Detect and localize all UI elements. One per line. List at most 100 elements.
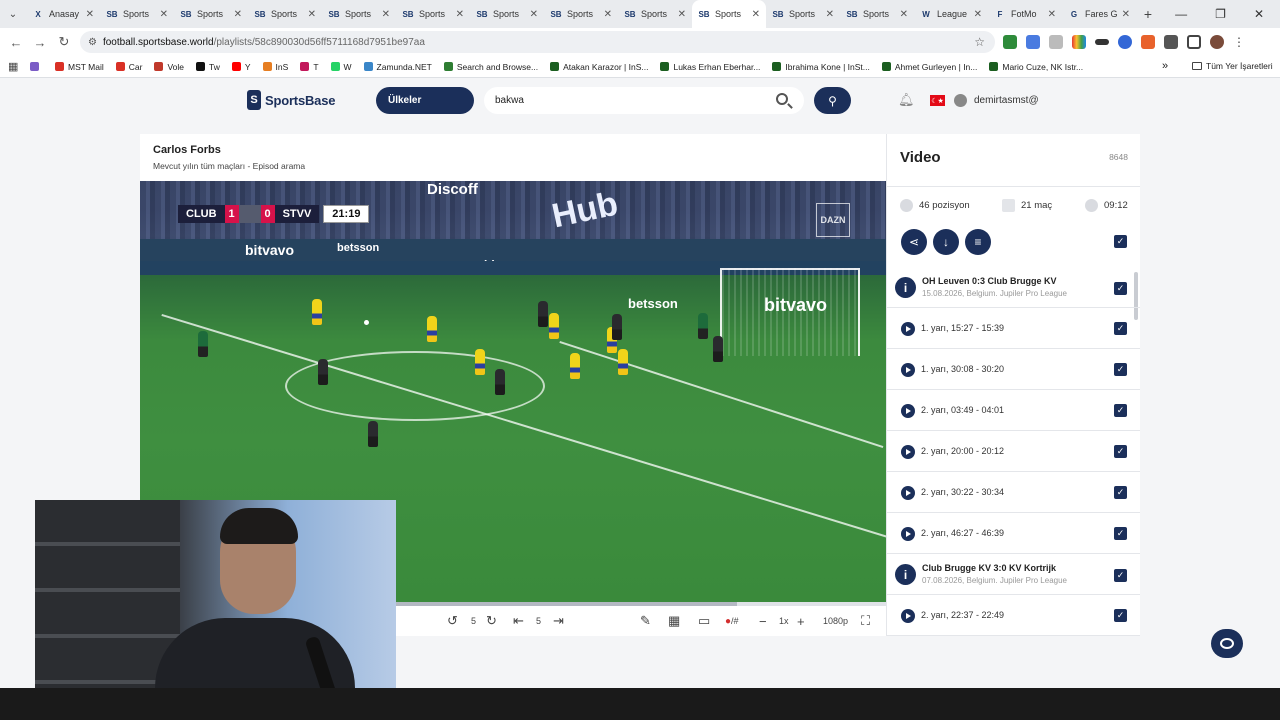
tab-close-icon[interactable]: ✕ (456, 9, 464, 20)
info-icon[interactable]: i (895, 564, 916, 585)
bookmark-item[interactable]: Lukas Erhan Eberhar... (660, 62, 760, 72)
match-header[interactable]: i Club Brugge KV 3:0 KV Kortrijk 07.08.202… (887, 555, 1140, 595)
notification-bell-icon[interactable]: 🔔︎ (898, 92, 915, 108)
extension-fox-icon[interactable] (1141, 35, 1155, 49)
tab-close-icon[interactable]: ✕ (900, 9, 908, 20)
extension-color-icon[interactable] (1072, 35, 1086, 49)
clip-row[interactable]: 2. yarı, 30:22 - 30:34 ✓ (887, 473, 1140, 513)
bookmark-item[interactable]: Ibrahima Kone | InSt... (772, 62, 870, 72)
tab-close-icon[interactable]: ✕ (1048, 9, 1056, 20)
rewind-icon[interactable]: ↺ (447, 607, 458, 635)
restore-icon[interactable]: ❐ (1215, 7, 1226, 21)
play-icon[interactable] (901, 527, 915, 541)
bookmark-item[interactable]: Search and Browse... (443, 62, 538, 72)
match-checkbox[interactable]: ✓ (1114, 282, 1127, 295)
search-icon[interactable] (776, 93, 788, 105)
quality-selector[interactable]: 1080p (823, 607, 848, 635)
address-bar[interactable]: ⚙ football.sportsbase.world/playlists/58… (80, 31, 995, 53)
bookmark-item[interactable]: Mario Cuze, NK Istr... (989, 62, 1083, 72)
search-input[interactable] (484, 87, 804, 114)
turkey-flag-icon[interactable]: ☾★ (930, 95, 945, 106)
browser-tab[interactable]: SB Sports ✕ (618, 0, 692, 28)
bookmark-star-icon[interactable]: ☆ (974, 35, 985, 49)
extension-gear-icon[interactable] (1049, 35, 1063, 49)
browser-tab[interactable]: SB Sports ✕ (470, 0, 544, 28)
user-avatar-icon[interactable] (954, 94, 967, 107)
tab-close-icon[interactable]: ✕ (86, 9, 94, 20)
site-info-icon[interactable]: ⚙ (88, 37, 97, 48)
back-icon[interactable]: ← (4, 35, 28, 50)
new-tab-button[interactable]: + (1136, 6, 1160, 22)
browser-tab[interactable]: SB Sports ✕ (396, 0, 470, 28)
clip-row[interactable]: 1. yarı, 15:27 - 15:39 ✓ (887, 309, 1140, 349)
speed-increase-icon[interactable]: + (797, 607, 805, 635)
reload-icon[interactable]: ↻ (52, 34, 76, 50)
tab-close-icon[interactable]: ✕ (530, 9, 538, 20)
clip-checkbox[interactable]: ✓ (1114, 609, 1127, 622)
bookmarks-overflow-icon[interactable]: » (1162, 60, 1168, 72)
countries-button[interactable]: Ülkeler (376, 87, 474, 114)
tab-close-icon[interactable]: ✕ (234, 9, 242, 20)
bookmark-item[interactable]: Car (115, 62, 142, 72)
select-all-checkbox[interactable]: ✓ (1114, 235, 1127, 248)
bookmark-item[interactable]: InS (262, 62, 288, 72)
browser-tab[interactable]: F FotMo ✕ (988, 0, 1062, 28)
bookmark-item[interactable] (30, 62, 43, 71)
next-clip-icon[interactable]: ⇥ (553, 607, 564, 635)
previous-clip-icon[interactable]: ⇤ (513, 607, 524, 635)
profile-avatar[interactable] (1210, 35, 1224, 49)
username[interactable]: demirtasmst@ (974, 95, 1039, 106)
all-bookmarks-folder[interactable]: Tüm Yer İşaretleri (1192, 61, 1273, 71)
clip-row[interactable]: 1. yarı, 30:08 - 30:20 ✓ (887, 350, 1140, 390)
chat-button[interactable] (1211, 629, 1243, 658)
playlist-button[interactable]: ≡ (965, 229, 991, 255)
browser-tab[interactable]: SB Sports ✕ (322, 0, 396, 28)
play-icon[interactable] (901, 486, 915, 500)
forward-icon[interactable]: ↻ (486, 607, 497, 635)
record-hash-icon[interactable]: ●/# (725, 607, 739, 635)
draw-pen-icon[interactable]: ✎ (640, 607, 651, 635)
playback-speed[interactable]: 1x (779, 607, 789, 635)
tab-close-icon[interactable]: ✕ (604, 9, 612, 20)
browser-menu-icon[interactable]: ⋮ (1233, 35, 1245, 49)
browser-tab[interactable]: SB Sports ✕ (100, 0, 174, 28)
browser-tab[interactable]: SB Sports ✕ (766, 0, 840, 28)
browser-tab[interactable]: X Anasay ✕ (26, 0, 100, 28)
reading-list-icon[interactable] (1187, 35, 1201, 49)
share-button[interactable]: ⋖ (901, 229, 927, 255)
user-search-button[interactable]: ⚲ (814, 87, 851, 114)
speed-decrease-icon[interactable]: − (759, 607, 767, 635)
browser-tab[interactable]: W League ✕ (914, 0, 988, 28)
close-window-icon[interactable]: ✕ (1254, 7, 1264, 21)
clip-checkbox[interactable]: ✓ (1114, 404, 1127, 417)
tab-close-icon[interactable]: ✕ (826, 9, 834, 20)
bookmark-item[interactable]: Zamunda.NET (363, 62, 432, 72)
minimize-icon[interactable]: — (1175, 7, 1187, 21)
bookmark-item[interactable]: T (300, 62, 319, 72)
bookmark-item[interactable]: MST Mail (55, 62, 104, 72)
folder-icon[interactable]: ▭ (698, 607, 710, 635)
play-icon[interactable] (901, 363, 915, 377)
apps-grid-icon[interactable]: ▦ (8, 60, 20, 73)
tab-close-icon[interactable]: ✕ (678, 9, 686, 20)
tab-search-icon[interactable]: ⌄ (0, 9, 26, 20)
play-icon[interactable] (901, 404, 915, 418)
play-icon[interactable] (901, 445, 915, 459)
tab-close-icon[interactable]: ✕ (1122, 9, 1130, 20)
tab-close-icon[interactable]: ✕ (308, 9, 316, 20)
tab-close-icon[interactable]: ✕ (752, 9, 760, 20)
play-icon[interactable] (901, 609, 915, 623)
bookmark-item[interactable]: Atakan Karazor | InS... (550, 62, 648, 72)
match-header[interactable]: i OH Leuven 0:3 Club Brugge KV 15.08.2026,… (887, 268, 1140, 308)
clip-row[interactable]: 2. yarı, 22:37 - 22:49 ✓ (887, 596, 1140, 636)
browser-tab[interactable]: SB Sports ✕ (174, 0, 248, 28)
tab-close-icon[interactable]: ✕ (382, 9, 390, 20)
bookmark-item[interactable]: Ahmet Gurleyen | In... (881, 62, 977, 72)
clip-row[interactable]: 2. yarı, 20:00 - 20:12 ✓ (887, 432, 1140, 472)
browser-tab[interactable]: SB Sports ✕ (248, 0, 322, 28)
browser-tab[interactable]: SB Sports ✕ (544, 0, 618, 28)
match-checkbox[interactable]: ✓ (1114, 569, 1127, 582)
clip-checkbox[interactable]: ✓ (1114, 445, 1127, 458)
clip-checkbox[interactable]: ✓ (1114, 486, 1127, 499)
bookmark-item[interactable]: Vole (154, 62, 184, 72)
